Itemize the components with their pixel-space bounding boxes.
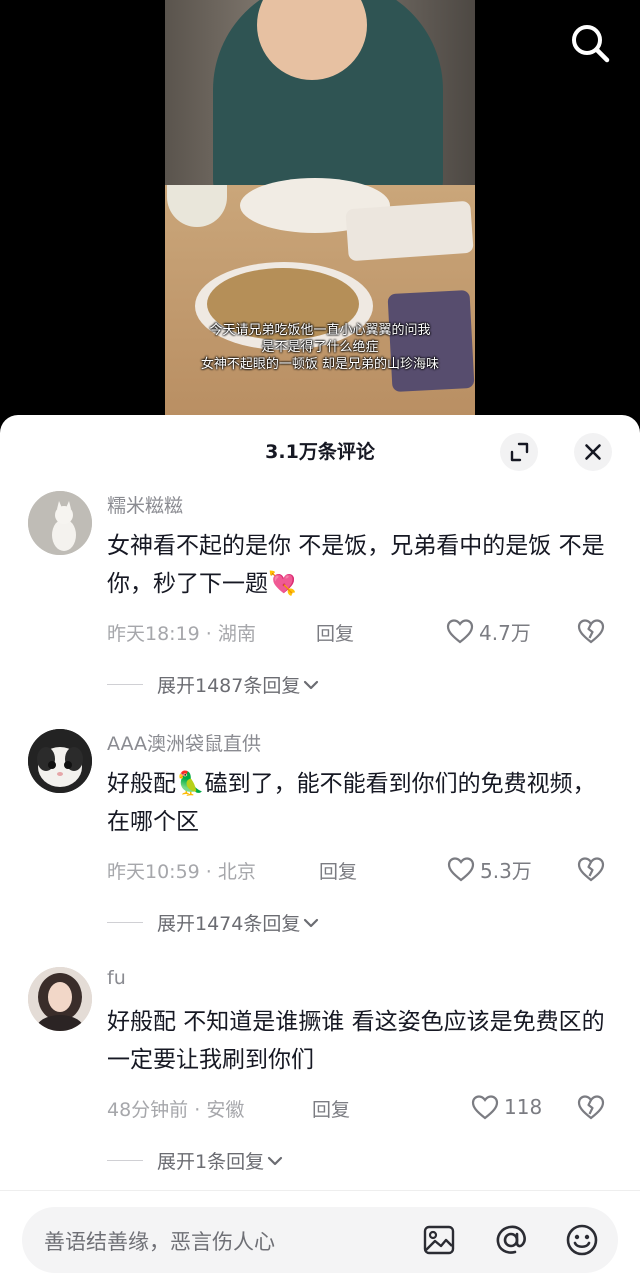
- comment-time: 48分钟前: [107, 1099, 189, 1121]
- comment-location: 安徽: [206, 1099, 245, 1121]
- at-icon: [496, 1225, 526, 1254]
- comment-location: 湖南: [217, 623, 256, 645]
- chevron-down-icon: [304, 680, 319, 689]
- comment-text: 好般配🦜磕到了，能不能看到你们的免费视频，在哪个区: [107, 771, 596, 835]
- comment-meta: 昨天10:59 · 北京: [107, 857, 256, 884]
- comment-username[interactable]: 糯米糍糍: [107, 491, 183, 518]
- comment-meta: 48分钟前 · 安徽: [107, 1095, 244, 1122]
- avatar[interactable]: [28, 729, 92, 793]
- meta-separator: ·: [188, 1099, 207, 1121]
- meta-separator: ·: [199, 623, 218, 645]
- portrait-avatar-icon: [28, 967, 92, 1031]
- comment-sheet: 3.1万条评论 糯米糍糍 女神看不起的是你 不是饭，兄弟看中的是饭 不是你，秒了…: [0, 415, 640, 1288]
- image-button[interactable]: [420, 1221, 458, 1259]
- video-subtitle-line: 今天请兄弟吃饭他一直小心翼翼的问我: [209, 323, 431, 338]
- cat-avatar-icon: [28, 491, 92, 555]
- reply-button[interactable]: 回复: [316, 619, 354, 646]
- chevron-down-icon: [304, 918, 319, 927]
- expand-replies-button[interactable]: 展开1474条回复: [107, 909, 322, 936]
- emoji-icon: [566, 1224, 598, 1256]
- comment-username[interactable]: AAA澳洲袋鼠直供: [107, 729, 261, 756]
- heart-icon: [446, 619, 474, 644]
- expand-replies-button[interactable]: 展开1487条回复: [107, 671, 322, 698]
- expand-icon: [510, 442, 529, 462]
- heart-icon: [447, 857, 475, 882]
- dislike-button[interactable]: [576, 1092, 606, 1122]
- comment-time: 昨天10:59: [107, 861, 200, 883]
- expand-sheet-button[interactable]: [500, 433, 538, 471]
- dislike-button[interactable]: [576, 854, 606, 884]
- comment-text: 女神看不起的是你 不是饭，兄弟看中的是饭 不是你，秒了下一题💘: [107, 533, 605, 597]
- emoji-button[interactable]: [563, 1221, 601, 1259]
- like-count: 4.7万: [479, 620, 531, 645]
- comment-input-placeholder: 善语结善缘，恶言伤人心: [44, 1230, 275, 1254]
- expand-replies-label: 展开1条回复: [157, 1151, 265, 1173]
- image-icon: [423, 1225, 455, 1255]
- expand-replies-button[interactable]: 展开1条回复: [107, 1147, 286, 1174]
- comment-meta: 昨天18:19 · 湖南: [107, 619, 256, 646]
- reply-button[interactable]: 回复: [319, 857, 357, 884]
- comment-time: 昨天18:19: [107, 623, 200, 645]
- comment-text: 好般配 不知道是谁撅谁 看这姿色应该是免费区的 一定要让我刷到你们: [107, 1009, 605, 1073]
- chevron-down-icon: [267, 1156, 283, 1165]
- video-plate: [345, 200, 474, 262]
- expand-replies-label: 展开1487条回复: [157, 675, 301, 697]
- like-count: 118: [504, 1095, 543, 1119]
- avatar[interactable]: [28, 967, 92, 1031]
- close-button[interactable]: [574, 433, 612, 471]
- video-subtitle-line: 是不是得了什么绝症: [261, 340, 379, 355]
- broken-heart-icon: [577, 619, 605, 644]
- comment-username[interactable]: fu: [107, 967, 126, 989]
- video-subtitle-line: 女神不起眼的一顿饭 却是兄弟的山珍海味: [200, 357, 440, 372]
- like-button[interactable]: 118: [470, 1092, 542, 1122]
- comment-input[interactable]: 善语结善缘，恶言伤人心: [22, 1207, 618, 1273]
- search-button[interactable]: [567, 20, 613, 66]
- kitten-avatar-icon: [28, 729, 92, 793]
- like-button[interactable]: 4.7万: [445, 616, 531, 646]
- search-icon: [572, 25, 610, 63]
- like-count: 5.3万: [480, 858, 532, 883]
- comment-input-bar: 善语结善缘，恶言伤人心: [0, 1190, 640, 1288]
- comment-location: 北京: [217, 861, 256, 883]
- video-frame[interactable]: 今天请兄弟吃饭他一直小心翼翼的问我 是不是得了什么绝症 女神不起眼的一顿饭 却是…: [165, 0, 475, 415]
- dislike-button[interactable]: [576, 616, 606, 646]
- avatar[interactable]: [28, 491, 92, 555]
- close-icon: [585, 444, 601, 460]
- broken-heart-icon: [577, 857, 605, 882]
- meta-separator: ·: [199, 861, 218, 883]
- video-player[interactable]: 今天请兄弟吃饭他一直小心翼翼的问我 是不是得了什么绝症 女神不起眼的一顿饭 却是…: [0, 0, 640, 420]
- comment-count-title: 3.1万条评论: [265, 441, 375, 463]
- heart-icon: [471, 1095, 499, 1120]
- like-button[interactable]: 5.3万: [446, 854, 532, 884]
- expand-replies-label: 展开1474条回复: [157, 913, 301, 935]
- reply-button[interactable]: 回复: [312, 1095, 350, 1122]
- broken-heart-icon: [577, 1095, 605, 1120]
- mention-button[interactable]: [492, 1221, 530, 1259]
